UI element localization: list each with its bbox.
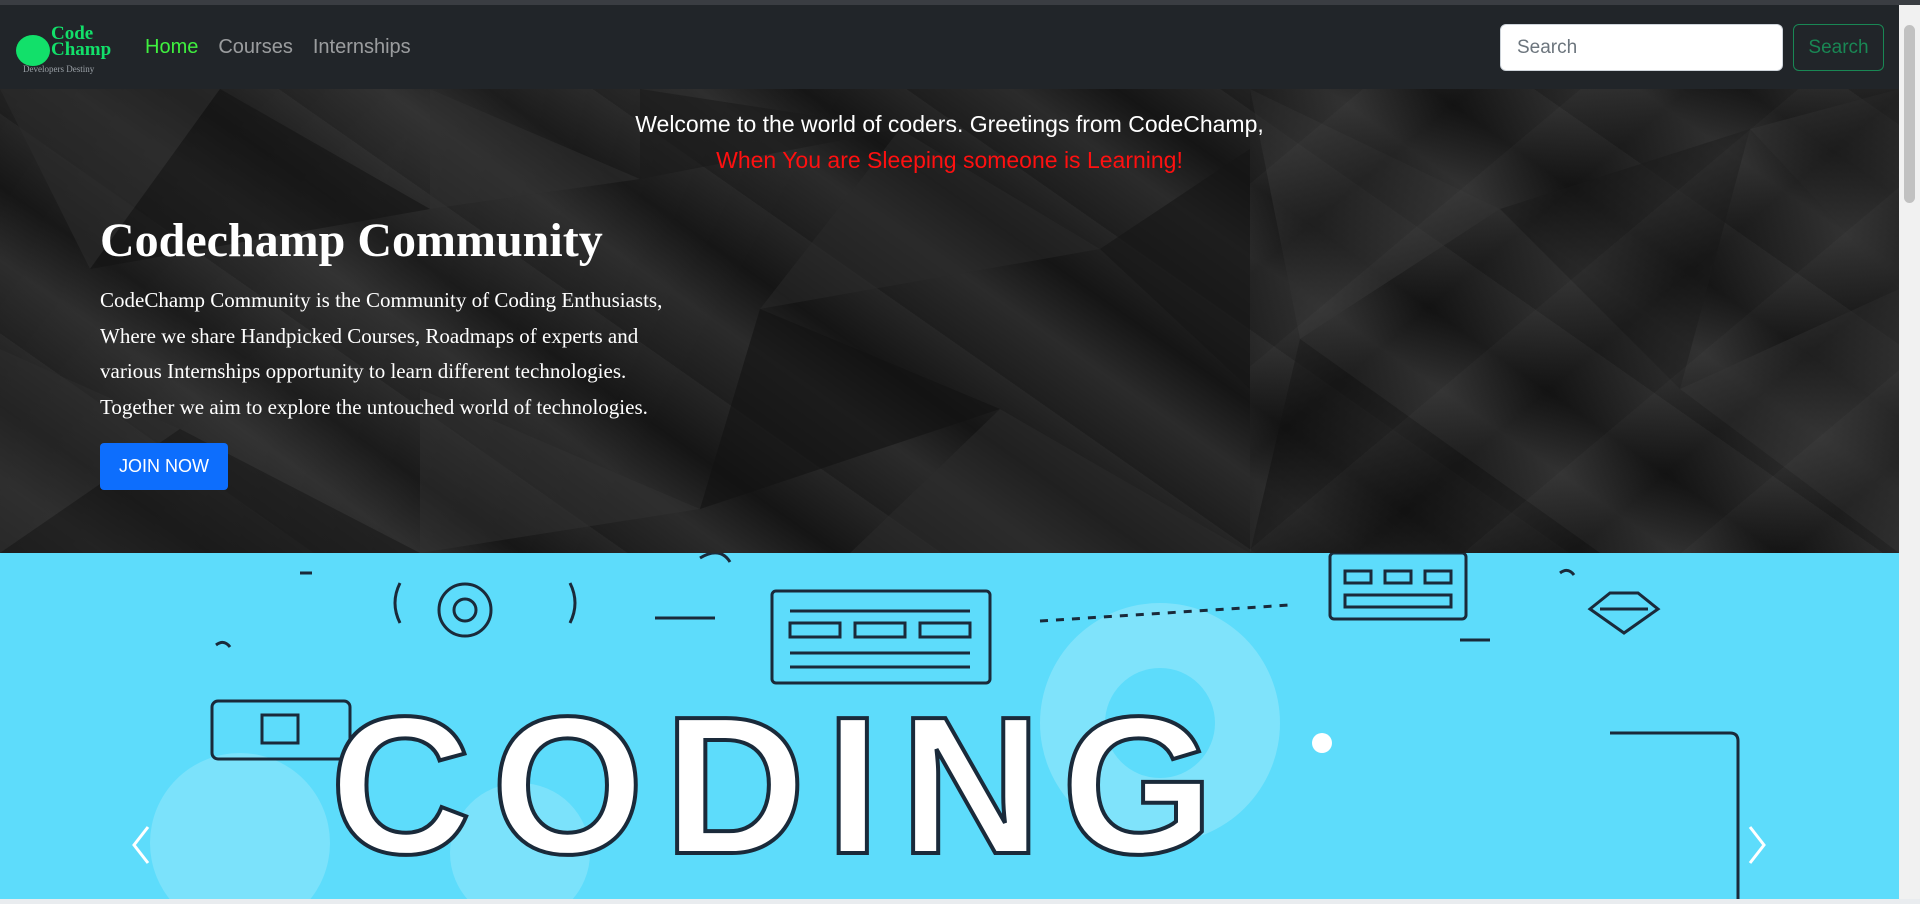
hero-description: CodeChamp Community is the Community of … — [100, 283, 760, 425]
navbar: Code Champ Developers Destiny Home Cours… — [0, 5, 1899, 89]
chevron-right-icon — [1748, 826, 1766, 864]
scrollbar-thumb[interactable] — [1904, 25, 1915, 203]
banner-coding-text: CODING — [330, 676, 1234, 895]
hero-description-line: Together we aim to explore the untouched… — [100, 394, 648, 419]
image-carousel: CODING — [0, 553, 1899, 899]
hero-section: Welcome to the world of coders. Greeting… — [0, 89, 1899, 553]
brand-name-line2: Champ — [51, 39, 112, 60]
coding-banner-image: CODING — [150, 553, 1740, 899]
hero-description-line: various Internships opportunity to learn… — [100, 359, 627, 383]
carousel-prev-button[interactable] — [122, 815, 162, 875]
hero-tagline: When You are Sleeping someone is Learnin… — [716, 147, 1183, 173]
nav-link-courses[interactable]: Courses — [218, 36, 292, 59]
brand-name: Code Champ — [51, 24, 112, 60]
nav-link-internships[interactable]: Internships — [313, 36, 411, 59]
carousel-next-button[interactable] — [1736, 815, 1776, 875]
vertical-scrollbar[interactable] — [1899, 5, 1920, 899]
search-input[interactable] — [1500, 24, 1783, 71]
search-button[interactable]: Search — [1793, 24, 1884, 71]
brand-logo[interactable]: Code Champ Developers Destiny — [16, 24, 116, 76]
welcome-text: Welcome to the world of coders. Greeting… — [635, 111, 1264, 137]
chevron-left-icon — [132, 826, 150, 864]
hero-description-line: Where we share Handpicked Courses, Roadm… — [100, 323, 639, 348]
logo-circle-icon — [16, 35, 50, 66]
hero-title: Codechamp Community — [100, 214, 603, 267]
nav-links: Home Courses Internships — [145, 5, 431, 89]
nav-link-home[interactable]: Home — [145, 36, 198, 59]
hero-description-line: CodeChamp Community is the Community of … — [100, 288, 663, 312]
join-now-button[interactable]: JOIN NOW — [100, 443, 228, 490]
brand-tagline: Developers Destiny — [23, 64, 95, 74]
page-bottom-edge — [0, 899, 1920, 904]
